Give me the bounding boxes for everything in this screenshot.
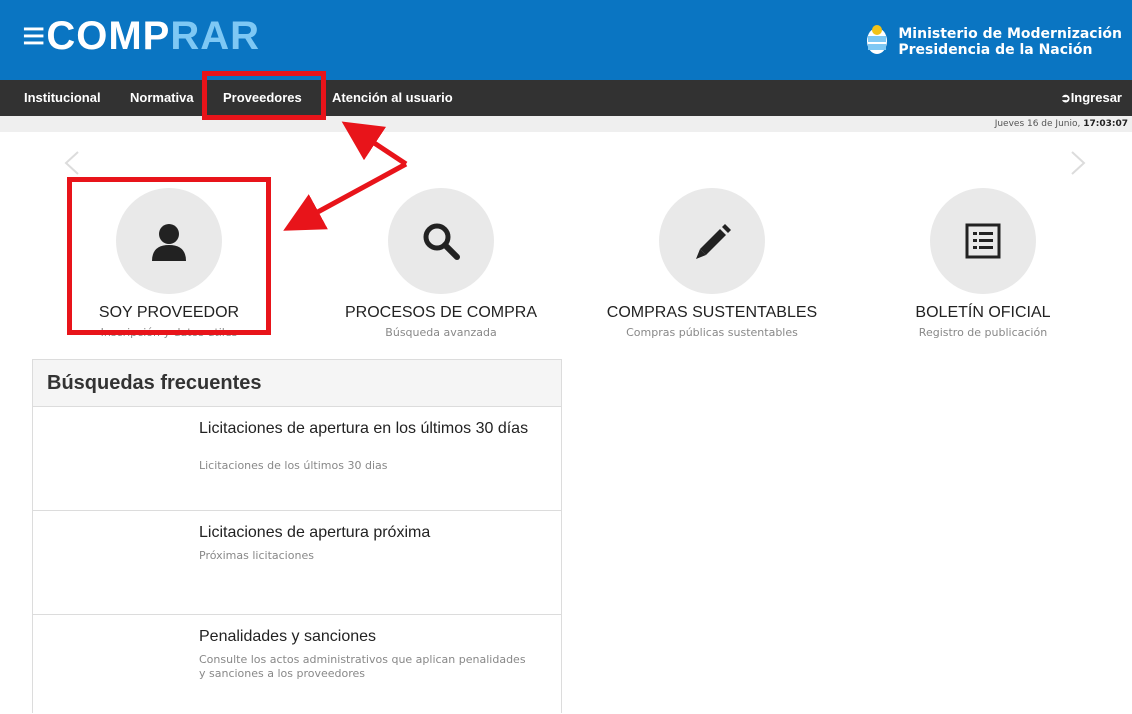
nav-item-institucional[interactable]: Institucional <box>24 80 101 116</box>
tile-subtitle: Compras públicas sustentables <box>626 326 798 339</box>
logo-text-part2: RAR <box>170 14 261 58</box>
list-document-icon <box>965 223 1001 259</box>
panel-title: Búsquedas frecuentes <box>47 372 262 394</box>
comprar-logo[interactable]: ≡COMPRAR <box>22 14 260 58</box>
date-text: Jueves 16 de Junio, <box>994 119 1084 129</box>
logo-text: ≡COMPRAR <box>22 14 260 58</box>
ministry-branding[interactable]: Ministerio de Modernización Presidencia … <box>864 24 1122 60</box>
list-item[interactable]: Licitaciones de apertura en los últimos … <box>33 407 561 511</box>
tile-boletin-oficial[interactable]: BOLETÍN OFICIAL Registro de publicación <box>863 188 1103 341</box>
sign-in-icon: ➲ <box>1060 91 1071 105</box>
list-item[interactable]: Penalidades y sanciones Consulte los act… <box>33 615 561 714</box>
time-text: 17:03:07 <box>1083 119 1128 129</box>
nav-item-atencion-usuario[interactable]: Atención al usuario <box>332 80 453 116</box>
tile-title: PROCESOS DE COMPRA <box>344 304 538 321</box>
arrow-to-proveedores <box>341 121 408 167</box>
login-label: Ingresar <box>1070 90 1122 105</box>
frequent-searches-panel: Búsquedas frecuentes Licitaciones de ape… <box>32 359 562 713</box>
list-item-title[interactable]: Licitaciones de apertura próxima <box>199 525 549 541</box>
logo-text-part1: ≡COMP <box>22 14 171 58</box>
highlight-box-soy-proveedor <box>67 177 271 335</box>
tile-icon-circle <box>930 188 1036 294</box>
ministry-line-2: Presidencia de la Nación <box>898 42 1093 58</box>
tile-icon-circle <box>388 188 494 294</box>
tile-procesos-compra[interactable]: PROCESOS DE COMPRA Búsqueda avanzada <box>321 188 561 341</box>
search-icon <box>423 223 460 260</box>
tile-compras-sustentables[interactable]: COMPRAS SUSTENTABLES Compras públicas su… <box>592 188 832 341</box>
login-link[interactable]: ➲Ingresar <box>1061 80 1122 116</box>
tile-subtitle: Búsqueda avanzada <box>385 326 497 339</box>
tile-title: COMPRAS SUSTENTABLES <box>606 304 818 321</box>
list-item-title[interactable]: Licitaciones de apertura en los últimos … <box>199 421 549 437</box>
site-header: ≡COMPRAR Ministerio de Modernización Pre… <box>0 0 1132 80</box>
panel-header: Búsquedas frecuentes <box>33 360 561 407</box>
main-navbar: Institucional Normativa Proveedores Aten… <box>0 80 1132 116</box>
list-item-subtitle: Consulte los actos administrativos que a… <box>199 653 526 680</box>
ministry-line-1: Ministerio de Modernización <box>898 26 1122 42</box>
current-datetime: Jueves 16 de Junio, 17:03:07 <box>995 116 1128 132</box>
tile-title: BOLETÍN OFICIAL <box>915 304 1051 321</box>
nav-item-normativa[interactable]: Normativa <box>130 80 194 116</box>
coat-of-arms-icon <box>864 24 890 60</box>
list-item-subtitle: Próximas licitaciones <box>199 549 314 562</box>
date-bar: Jueves 16 de Junio, 17:03:07 <box>0 116 1132 132</box>
list-item-subtitle: Licitaciones de los últimos 30 dias <box>199 459 388 472</box>
list-item[interactable]: Licitaciones de apertura próxima Próxima… <box>33 511 561 615</box>
carousel-prev-icon[interactable] <box>58 148 88 178</box>
highlight-box-proveedores <box>202 71 326 120</box>
carousel-next-icon[interactable] <box>1062 148 1092 178</box>
pencil-icon <box>696 224 731 259</box>
tile-subtitle: Registro de publicación <box>918 326 1048 339</box>
list-item-title[interactable]: Penalidades y sanciones <box>199 629 549 645</box>
tile-icon-circle <box>659 188 765 294</box>
